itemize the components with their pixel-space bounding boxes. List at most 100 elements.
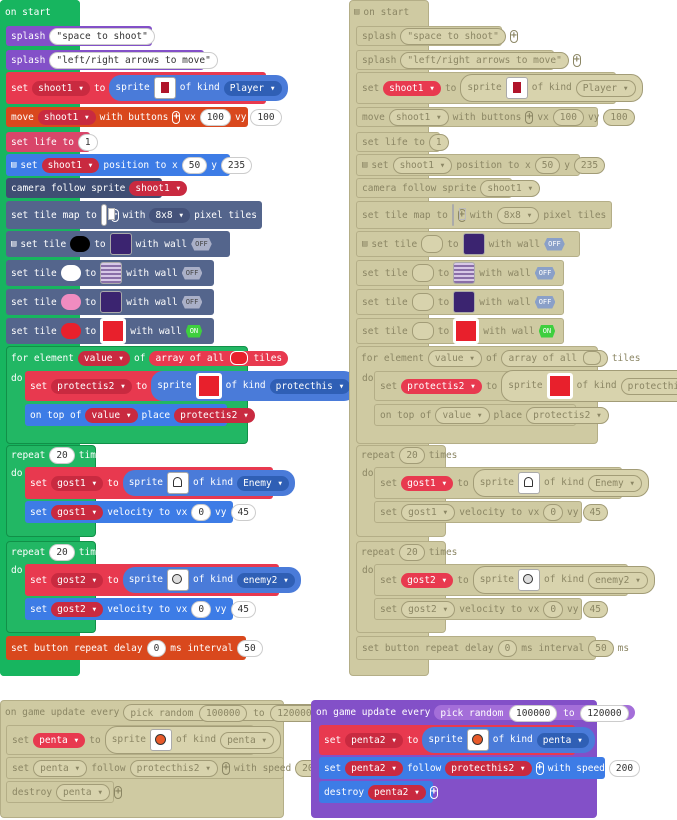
disabled-set-tile-block-2[interactable]: set tile to with wall OFF <box>356 260 564 286</box>
disabled-set-penta-block[interactable]: set penta to sprite of kind penta <box>6 725 282 755</box>
add-icon[interactable]: + <box>221 761 230 775</box>
value-var-dropdown[interactable]: value <box>435 406 490 424</box>
protect-sprite-thumbnail[interactable] <box>195 373 222 399</box>
tilemap-thumbnail[interactable] <box>451 204 466 226</box>
kind-penta-dropdown[interactable]: penta <box>220 731 275 749</box>
button-repeat-block[interactable]: set button repeat delay 0 ms interval 50… <box>6 636 278 660</box>
sprite-expression[interactable]: sprite of kind Enemy <box>122 470 296 496</box>
disabled-splash-block-1[interactable]: splash "space to shoot" + <box>356 26 518 46</box>
vy-input[interactable]: 100 <box>250 108 282 126</box>
add-icon[interactable]: + <box>429 785 438 799</box>
comment-icon[interactable]: ▤ <box>354 7 359 17</box>
disabled-repeat-header-1[interactable]: repeat 20 times <box>356 445 457 465</box>
wall-toggle-on[interactable]: ON <box>185 324 203 338</box>
tile-thumbnail-purple[interactable] <box>453 291 476 313</box>
add-icon[interactable]: + <box>572 53 581 67</box>
follow-target-dropdown[interactable]: protecthis2 <box>445 760 532 776</box>
comment-icon[interactable]: ▤ <box>11 239 16 249</box>
disabled-update-header[interactable]: on game update every pick random 100000 … <box>0 701 341 723</box>
disabled-set-gost1-sprite-block[interactable]: set gost1 to sprite of kind Enemy <box>374 467 650 499</box>
set-tile-block-4[interactable]: set tile to with wall ON <box>6 318 214 344</box>
repeat-count-input[interactable]: 20 <box>49 446 75 464</box>
random-from-input[interactable]: 100000 <box>509 704 558 722</box>
disabled-camera-follow-block[interactable]: camera follow sprite shoot1 <box>356 178 541 198</box>
tile-size-dropdown[interactable]: 8x8 <box>496 206 540 224</box>
add-icon[interactable]: + <box>509 29 518 43</box>
sprite-expression[interactable]: sprite of kind penta <box>422 727 595 753</box>
velocity-x-input[interactable]: 0 <box>191 600 212 618</box>
splash-block-1[interactable]: splash "space to shoot" + <box>6 26 167 46</box>
tile-color-pink[interactable] <box>60 294 81 310</box>
place-on-top-block[interactable]: on top of value place protectis2 <box>25 404 255 426</box>
sprite-expression[interactable]: sprite of kind enemy2 <box>122 567 301 593</box>
delay-input[interactable]: 0 <box>497 639 518 657</box>
velocity-var-dropdown[interactable]: gost1 <box>401 503 456 521</box>
value-var-dropdown[interactable]: value <box>85 407 138 423</box>
disabled-set-gost2-sprite-block[interactable]: set gost2 to sprite of kind enemy2 <box>374 564 655 596</box>
tile-color-slot[interactable] <box>411 322 434 340</box>
place-var-dropdown[interactable]: protectis2 <box>174 407 255 423</box>
place-var-dropdown[interactable]: protectis2 <box>526 406 609 424</box>
follower-var-dropdown[interactable]: penta <box>33 759 88 777</box>
set-tile-block-2[interactable]: set tile to with wall OFF <box>6 260 214 286</box>
loop-value-var[interactable]: value <box>77 350 130 366</box>
destroy-block[interactable]: destroy penta2 + <box>319 781 438 803</box>
repeat-count-input[interactable]: 20 <box>399 543 425 561</box>
disabled-on-start-hat[interactable]: ▤ on start <box>349 1 429 23</box>
wall-toggle-on[interactable]: ON <box>538 324 556 338</box>
position-var-dropdown[interactable]: shoot1 <box>41 157 100 173</box>
disabled-repeat-header-2[interactable]: repeat 20 times <box>356 542 457 562</box>
disabled-set-tile-block-1[interactable]: ▤ set tile to with wall OFF <box>356 231 580 257</box>
tile-thumbnail-red[interactable] <box>453 318 480 344</box>
protect-var-dropdown[interactable]: protectis2 <box>51 378 132 394</box>
move-var-dropdown[interactable]: shoot1 <box>388 108 449 126</box>
array-of-all-expression[interactable]: array of all <box>501 349 608 367</box>
tile-color-slot[interactable] <box>582 351 601 365</box>
disabled-set-tilemap-block[interactable]: set tile map to + with 8x8 pixel tiles <box>356 201 612 229</box>
set-life-block[interactable]: set life to 1 <box>6 132 98 152</box>
kind-player-dropdown[interactable]: Player <box>575 79 636 97</box>
protect-var-dropdown[interactable]: protectis2 <box>401 378 482 394</box>
camera-var-dropdown[interactable]: shoot1 <box>480 179 541 197</box>
velocity-var-dropdown[interactable]: gost2 <box>51 601 104 617</box>
gost2-var-dropdown[interactable]: gost2 <box>51 572 104 588</box>
kind-enemy2-dropdown[interactable]: enemy2 <box>588 571 648 589</box>
disabled-place-on-top-block[interactable]: on top of value place protectis2 <box>374 404 609 426</box>
life-input[interactable]: 1 <box>428 133 449 151</box>
wall-toggle-off[interactable]: OFF <box>534 295 556 309</box>
tilemap-thumbnail[interactable] <box>100 204 115 226</box>
ghost2-sprite-thumbnail[interactable] <box>518 569 541 591</box>
velocity-var-dropdown[interactable]: gost1 <box>51 504 104 520</box>
velocity-y-input[interactable]: 45 <box>582 503 608 521</box>
disabled-set-tile-block-3[interactable]: set tile to with wall OFF <box>356 289 564 315</box>
splash-block-2[interactable]: splash "left/right arrows to move" + <box>6 50 230 70</box>
shoot-var-dropdown[interactable]: shoot1 <box>383 80 441 96</box>
tile-thumbnail-purple[interactable] <box>462 233 485 255</box>
set-penta2-block[interactable]: set penta2 to sprite of kind penta <box>319 725 595 755</box>
kind-protect-dropdown[interactable]: protecthis <box>269 378 351 394</box>
gost1-var-dropdown[interactable]: gost1 <box>401 475 454 491</box>
velocity-y-input[interactable]: 45 <box>230 600 256 618</box>
pos-y-input[interactable]: 235 <box>220 156 253 174</box>
random-from-input[interactable]: 100000 <box>199 704 248 722</box>
kind-enemy2-dropdown[interactable]: enemy2 <box>237 572 295 588</box>
sprite-expression[interactable]: sprite of kind protecthis <box>151 371 357 401</box>
interval-input[interactable]: 50 <box>588 639 614 657</box>
move-var-dropdown[interactable]: shoot1 <box>37 109 96 125</box>
delay-input[interactable]: 0 <box>146 639 167 657</box>
move-block[interactable]: move shoot1 with buttons + vx 100 vy 100 <box>6 107 282 127</box>
repeat-header-1[interactable]: repeat 20 times <box>6 445 107 465</box>
follow-target-dropdown[interactable]: protecthis2 <box>129 759 218 777</box>
set-gost1-velocity-block[interactable]: set gost1 velocity to vx 0 vy 45 <box>25 501 256 523</box>
add-icon[interactable]: + <box>158 29 167 43</box>
for-element-header[interactable]: for element value of array of all tiles <box>6 347 289 369</box>
camera-follow-block[interactable]: camera follow sprite shoot1 <box>6 178 188 198</box>
repeat-count-input[interactable]: 20 <box>399 446 425 464</box>
comment-icon[interactable]: ▤ <box>362 160 367 170</box>
ghost2-sprite-thumbnail[interactable] <box>167 569 190 591</box>
disabled-for-element-header[interactable]: for element value of array of all tiles <box>356 347 640 369</box>
interval-input[interactable]: 50 <box>237 639 263 657</box>
vx-input[interactable]: 100 <box>199 108 231 126</box>
destroy-var-dropdown[interactable]: penta <box>56 783 111 801</box>
sprite-expression[interactable]: sprite of kind enemy2 <box>472 566 655 594</box>
